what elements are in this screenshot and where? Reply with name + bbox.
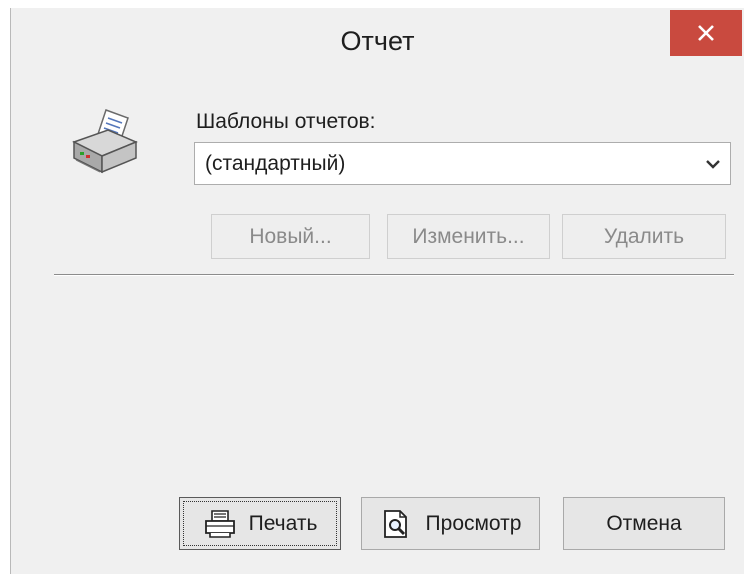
report-dialog: Отчет Шаблоны отчетов: (стандартный) Нов…: [10, 8, 744, 574]
cancel-label: Отмена: [606, 511, 682, 535]
printer-icon: [72, 109, 138, 174]
new-template-label: Новый...: [249, 224, 332, 248]
print-button[interactable]: Печать: [179, 497, 341, 550]
cancel-button[interactable]: Отмена: [563, 497, 725, 550]
new-template-button[interactable]: Новый...: [211, 214, 370, 259]
dialog-title: Отчет: [340, 26, 415, 56]
edit-template-button[interactable]: Изменить...: [387, 214, 550, 259]
template-select-value: (стандартный): [205, 152, 346, 175]
chevron-down-icon: [706, 160, 720, 169]
templates-label: Шаблоны отчетов:: [196, 110, 376, 133]
template-select[interactable]: (стандартный): [194, 142, 731, 185]
preview-label: Просмотр: [425, 511, 522, 535]
dialog-body: Шаблоны отчетов: (стандартный) Новый... …: [24, 74, 744, 574]
title-bar: Отчет: [11, 8, 744, 74]
preview-button[interactable]: Просмотр: [361, 497, 540, 550]
close-button[interactable]: [670, 10, 742, 56]
separator: [54, 274, 734, 276]
close-icon: [698, 25, 714, 41]
edit-template-label: Изменить...: [412, 224, 525, 248]
delete-template-button[interactable]: Удалить: [562, 214, 726, 259]
delete-template-label: Удалить: [603, 224, 685, 248]
document-magnifier-icon: [383, 509, 407, 538]
focus-rect: [183, 501, 337, 546]
